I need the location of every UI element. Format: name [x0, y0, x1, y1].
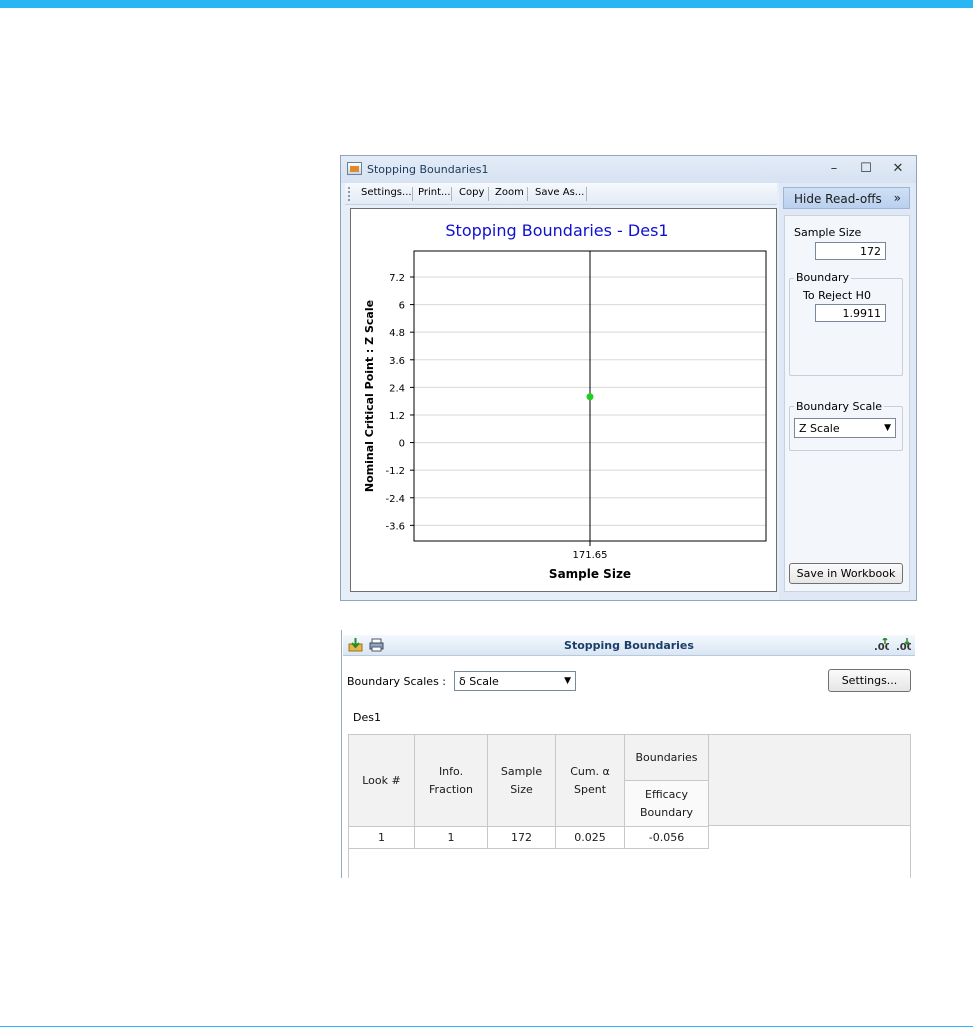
col-cum-alpha-spent: Cum. α Spent [555, 734, 625, 827]
col-info-fraction: Info. Fraction [414, 734, 488, 827]
cell-efficacy: -0.056 [624, 826, 709, 849]
copy-button[interactable]: Copy [459, 187, 484, 198]
y-tick-label: 3.6 [389, 356, 405, 367]
minimize-icon[interactable]: – [824, 160, 844, 178]
dropdown-arrow-icon: ▼ [564, 676, 571, 686]
readoffs-panel: Hide Read-offs » Sample Size 172 Boundar… [779, 183, 916, 600]
col-info-line2: Fraction [429, 782, 473, 796]
boundary-scales-dropdown[interactable]: δ Scale ▼ [454, 671, 576, 691]
output-title: Stopping Boundaries [564, 639, 694, 652]
x-tick-label: 171.65 [573, 550, 608, 561]
boundary-scale-label: Boundary Scale [794, 400, 885, 413]
y-tick-label: -1.2 [385, 466, 405, 477]
boundary-scales-value: δ Scale [459, 675, 499, 688]
col-sample-size: Sample Size [487, 734, 556, 827]
y-tick-label: 6 [399, 301, 405, 312]
settings-output-button[interactable]: Settings... [828, 669, 911, 692]
col-efficacy-line1: Efficacy [645, 787, 688, 801]
stopping-boundaries-window: Stopping Boundaries1 – ☐ ✕ Settings... P… [340, 155, 917, 601]
toolbar-separator [527, 187, 528, 201]
dropdown-arrow-icon: ▼ [884, 423, 891, 433]
y-tick-label: 0 [399, 439, 405, 450]
toolbar-grip[interactable] [348, 187, 351, 201]
table-row[interactable]: 1 1 172 0.025 -0.056 [348, 826, 709, 849]
toolbar-separator [412, 187, 413, 201]
readoffs-values-panel: Sample Size 172 Boundary To Reject H0 1.… [784, 215, 910, 592]
panel-divider [341, 630, 342, 878]
cell-info: 1 [414, 826, 488, 849]
toolbar-separator [586, 187, 587, 201]
sample-size-label: Sample Size [794, 226, 862, 239]
y-tick-label: 4.8 [389, 328, 405, 339]
y-axis-ticks: 7.2 6 4.8 3.6 2.4 1.2 0 -1.2 -2.4 -3.6 [385, 273, 414, 532]
save-in-workbook-button[interactable]: Save in Workbook [789, 563, 903, 584]
col-boundaries: Boundaries [624, 734, 709, 781]
window-title: Stopping Boundaries1 [367, 163, 489, 176]
col-efficacy-boundary: Efficacy Boundary [624, 780, 709, 827]
sample-size-field[interactable]: 172 [815, 242, 886, 260]
decrease-decimals-icon[interactable]: .00 [896, 638, 911, 652]
toolbar-separator [451, 187, 452, 201]
bottom-accent-line [0, 1026, 973, 1027]
settings-button[interactable]: Settings... [361, 187, 412, 198]
boundary-point [586, 393, 594, 401]
print-button[interactable]: Print... [418, 187, 451, 198]
chart-title: Stopping Boundaries - Des1 [445, 221, 668, 240]
top-accent-bar [0, 0, 973, 8]
col-cum-line2: Spent [573, 782, 607, 796]
col-look: Look # [348, 734, 415, 827]
to-reject-h0-field[interactable]: 1.9911 [815, 304, 886, 322]
cell-cum: 0.025 [555, 826, 625, 849]
svg-text:.00: .00 [874, 642, 889, 652]
x-axis-label: Sample Size [549, 567, 631, 581]
col-sample-line1: Sample [500, 764, 543, 778]
col-cum-line1: Cum. α [570, 764, 610, 778]
save-as-button[interactable]: Save As... [535, 187, 584, 198]
chart-toolbar: Settings... Print... Copy Zoom Save As..… [345, 183, 777, 205]
hide-readoffs-button[interactable]: Hide Read-offs » [783, 187, 910, 209]
boundary-scales-label: Boundary Scales : [347, 675, 446, 688]
y-tick-label: 7.2 [389, 273, 405, 284]
y-axis-label: Nominal Critical Point : Z Scale [363, 300, 376, 492]
boundary-scale-value: Z Scale [799, 422, 840, 435]
boundary-group-label: Boundary [794, 271, 851, 284]
y-tick-label: -2.4 [385, 494, 405, 505]
y-tick-label: 2.4 [389, 383, 405, 394]
stopping-boundaries-chart: Stopping Boundaries - Des1 7.2 6 4.8 3.6 2.4… [363, 221, 767, 581]
output-header: Stopping Boundaries .00 .00 [343, 635, 915, 656]
table-header-fill [708, 735, 910, 826]
x-axis-ticks: 171.65 [573, 541, 608, 561]
col-info-line1: Info. [438, 764, 464, 778]
design-label: Des1 [353, 711, 381, 724]
svg-text:.00: .00 [896, 642, 911, 652]
close-icon[interactable]: ✕ [888, 160, 908, 178]
window-titlebar[interactable]: Stopping Boundaries1 – ☐ ✕ [341, 156, 916, 183]
cell-look: 1 [348, 826, 415, 849]
cell-sample: 172 [487, 826, 556, 849]
chevron-right-icon: » [893, 191, 901, 205]
y-tick-label: -3.6 [385, 521, 405, 532]
hide-readoffs-label: Hide Read-offs [794, 192, 882, 206]
chart-window-icon [347, 162, 362, 175]
maximize-icon[interactable]: ☐ [856, 160, 876, 178]
boundaries-table: Look # Info. Fraction Sample Size Cum. α… [348, 734, 709, 849]
increase-decimals-icon[interactable]: .00 [874, 638, 889, 652]
to-reject-h0-label: To Reject H0 [803, 289, 871, 302]
col-sample-line2: Size [510, 782, 533, 796]
col-efficacy-line2: Boundary [640, 805, 693, 819]
y-tick-label: 1.2 [389, 411, 405, 422]
boundary-scale-dropdown[interactable]: Z Scale ▼ [794, 418, 896, 438]
chart-area: Stopping Boundaries - Des1 7.2 6 4.8 3.6 2.4… [350, 208, 777, 592]
zoom-button[interactable]: Zoom [495, 187, 524, 198]
toolbar-separator [488, 187, 489, 201]
